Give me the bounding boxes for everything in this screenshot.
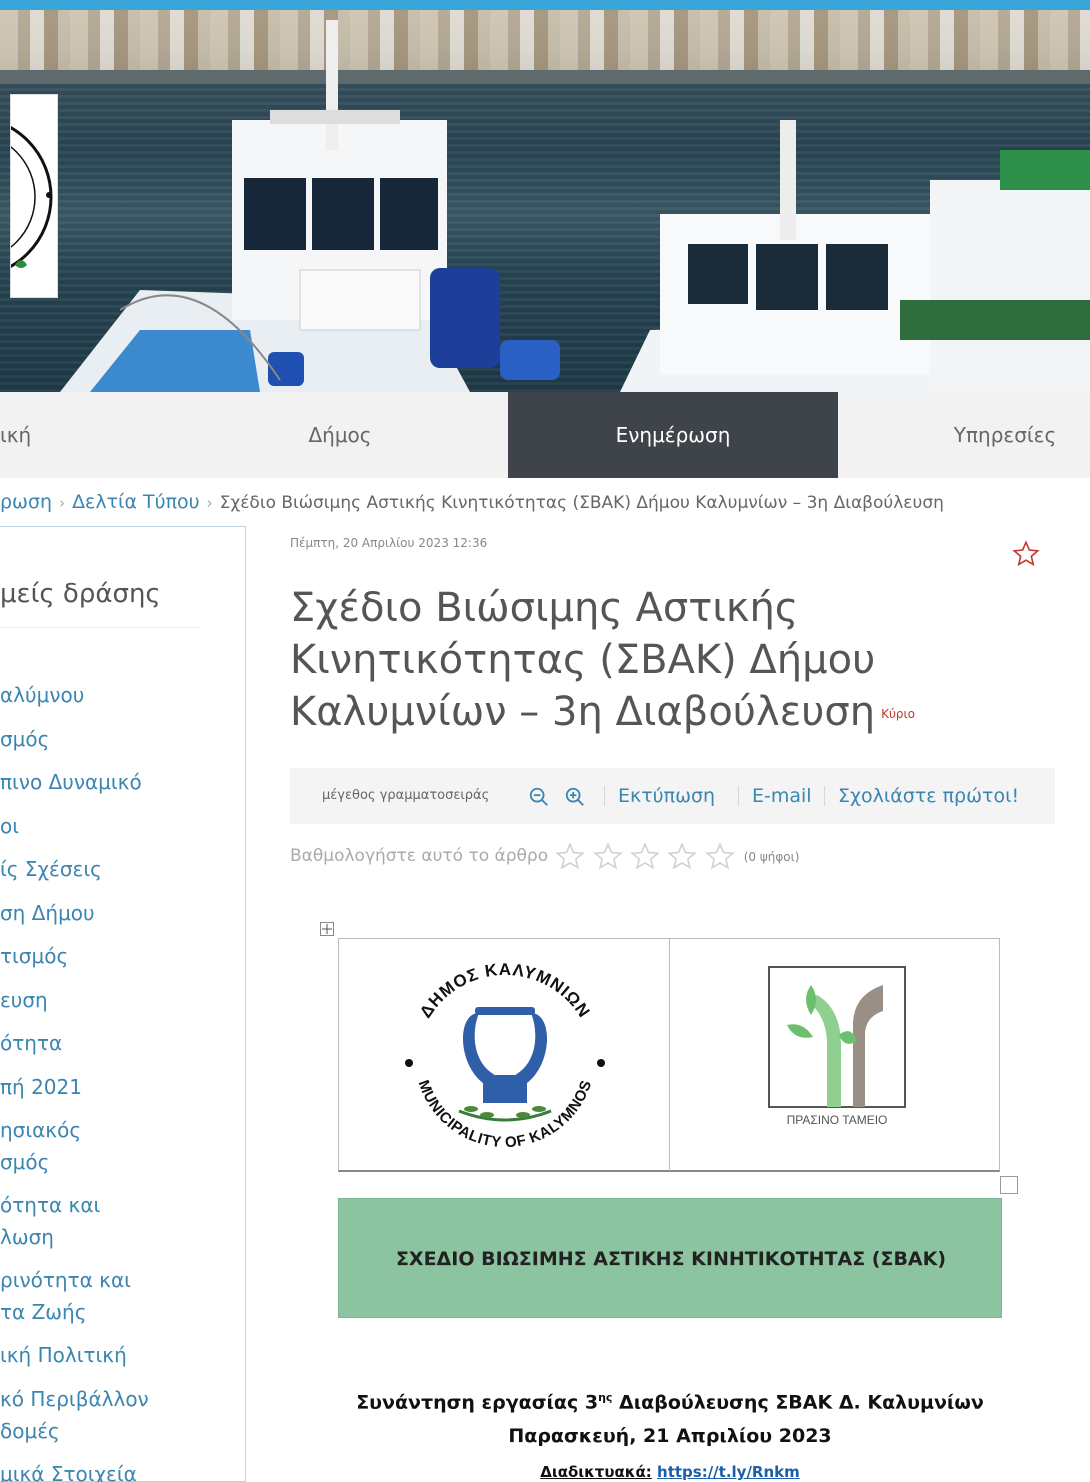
sidebar-item[interactable]: δομές (0, 1415, 60, 1447)
article-title: Σχέδιο Βιώσιμης Αστικής Κινητικότητας (Σ… (290, 582, 990, 740)
sbak-banner: ΣΧΕΔΙΟ ΒΙΩΣΙΜΗΣ ΑΣΤΙΚΗΣ ΚΙΝΗΤΙΚΟΤΗΤΑΣ (Σ… (338, 1198, 1002, 1318)
rating-star-icon[interactable] (554, 842, 586, 870)
rating-star-icon[interactable] (629, 842, 661, 870)
breadcrumb-current: Σχέδιο Βιώσιμης Αστικής Κινητικότητας (Σ… (219, 493, 944, 513)
sidebar-title: μείς δράσης (0, 579, 161, 609)
green-fund-caption: ΠΡΑΣΙΝΟ ΤΑΜΕΙΟ (786, 1113, 888, 1127)
breadcrumb-separator-icon: › (206, 494, 213, 512)
breadcrumb-link-news[interactable]: ρωση (0, 491, 52, 513)
logo-table: ΔΗΜΟΣ ΚΑΛΥΜΝΙΩΝ MUNICIPALITY OF KALYMNOS (338, 938, 1000, 1172)
breadcrumb-separator-icon: › (59, 494, 66, 512)
municipality-logo-icon (11, 125, 53, 269)
rating-votes: (0 ψήφοι) (743, 850, 800, 864)
rating-star-icon[interactable] (592, 842, 624, 870)
fishing-boats-illustration (60, 20, 1090, 392)
meeting-online-label: Διαδικτυακά: (540, 1463, 652, 1482)
print-link[interactable]: Εκτύπωση (618, 768, 715, 824)
sidebar-item[interactable]: ση Δήμου (0, 897, 95, 929)
sidebar-item[interactable]: σμός (0, 1146, 49, 1178)
header-photo (0, 0, 1090, 392)
favorite-star-icon[interactable] (1012, 540, 1040, 568)
sidebar-item[interactable]: οι (0, 810, 19, 842)
featured-badge: Κύριο (881, 707, 915, 721)
sidebar-item[interactable]: ίς Σχέσεις (0, 853, 102, 885)
sidebar-item[interactable]: πή 2021 (0, 1071, 82, 1103)
meeting-title-part1: Συνάντηση εργασίας 3 (356, 1391, 599, 1414)
logo-table-divider (669, 939, 670, 1171)
sidebar-item[interactable]: ότητα και (0, 1189, 100, 1221)
main-nav: ική Δήμος Ενημέρωση Υπηρεσίες (0, 392, 1090, 478)
sidebar-item[interactable]: ευση (0, 984, 48, 1016)
rating-star-icon[interactable] (704, 842, 736, 870)
toolbar-separator (604, 786, 605, 806)
meeting-title-part2: Διαβούλευσης ΣΒΑΚ Δ. Καλυμνίων (612, 1391, 984, 1414)
kalymnos-lyre-logo-icon: ΔΗΜΟΣ ΚΑΛΥΜΝΙΩΝ MUNICIPALITY OF KALYMNOS (405, 960, 605, 1151)
nav-item-services[interactable]: Υπηρεσίες (920, 392, 1090, 478)
article-rating: Βαθμολογήστε αυτό το άρθρο (0 ψήφοι) (290, 838, 799, 874)
meeting-online-link[interactable]: https://t.ly/Rnkm (657, 1463, 800, 1481)
sidebar-item[interactable]: πινο Δυναμικό (0, 766, 142, 798)
sidebar-item[interactable]: ική Πολιτική (0, 1339, 127, 1371)
sidebar-item[interactable]: σμός (0, 723, 49, 755)
sidebar-item[interactable]: κό Περιβάλλον (0, 1383, 149, 1415)
email-link[interactable]: E-mail (752, 768, 812, 824)
table-move-handle-icon[interactable] (320, 922, 334, 936)
toolbar-separator (824, 786, 825, 806)
nav-item-municipality[interactable]: Δήμος (240, 392, 440, 478)
sidebar: μείς δράσης αλύμνου σμός πινο Δυναμικό ο… (0, 526, 246, 1482)
table-resize-handle-icon[interactable] (1000, 1176, 1018, 1194)
sidebar-item[interactable]: ησιακός (0, 1114, 81, 1146)
breadcrumb: ρωση › Δελτία Τύπου › Σχέδιο Βιώσιμης Αστική… (0, 480, 1090, 524)
sidebar-item[interactable]: λωση (0, 1221, 54, 1253)
nav-item-home[interactable]: ική (0, 392, 60, 478)
sidebar-divider (0, 627, 200, 628)
sidebar-item[interactable]: μικά Στοιχεία (0, 1458, 137, 1482)
municipality-logo-badge[interactable] (10, 94, 58, 298)
sidebar-item[interactable]: αλύμνου (0, 679, 84, 711)
zoom-in-icon[interactable] (564, 786, 586, 808)
meeting-title: Συνάντηση εργασίας 3ης Διαβούλευσης ΣΒΑΚ… (290, 1382, 1050, 1418)
article-title-text: Σχέδιο Βιώσιμης Αστικής Κινητικότητας (Σ… (290, 585, 876, 735)
rating-label: Βαθμολογήστε αυτό το άρθρο (290, 846, 549, 866)
sidebar-item[interactable]: τισμός (0, 940, 68, 972)
green-fund-cell: ΠΡΑΣΙΝΟ ΤΑΜΕΙΟ (671, 939, 1001, 1171)
rating-stars (554, 838, 736, 874)
rating-star-icon[interactable] (666, 842, 698, 870)
nav-item-news[interactable]: Ενημέρωση (508, 392, 838, 478)
meeting-date: Παρασκευή, 21 Απριλίου 2023 (508, 1425, 832, 1448)
meeting-title-ordinal: ης (598, 1391, 613, 1404)
sbak-banner-text: ΣΧΕΔΙΟ ΒΙΩΣΙΜΗΣ ΑΣΤΙΚΗΣ ΚΙΝΗΤΙΚΟΤΗΤΑΣ (Σ… (395, 1248, 947, 1270)
sidebar-item[interactable]: ότητα (0, 1027, 62, 1059)
meeting-online: Διαδικτυακά: https://t.ly/Rnkm (290, 1454, 1050, 1482)
sidebar-item[interactable]: τα Ζωής (0, 1296, 86, 1328)
comment-link[interactable]: Σχολιάστε πρώτοι! (838, 768, 1019, 824)
sidebar-item[interactable]: ρινότητα και (0, 1264, 131, 1296)
zoom-out-icon[interactable] (528, 786, 550, 808)
toolbar-separator (738, 786, 739, 806)
article-date: Πέμπτη, 20 Απριλίου 2023 12:36 (290, 536, 488, 550)
meeting-info: Συνάντηση εργασίας 3ης Διαβούλευσης ΣΒΑΚ… (290, 1382, 1050, 1482)
article-toolbar: μέγεθος γραμματοσειράς Εκτύπωση E-mail Σ… (290, 768, 1055, 824)
breadcrumb-link-press-releases[interactable]: Δελτία Τύπου (72, 491, 200, 513)
font-size-label: μέγεθος γραμματοσειράς (322, 788, 490, 803)
